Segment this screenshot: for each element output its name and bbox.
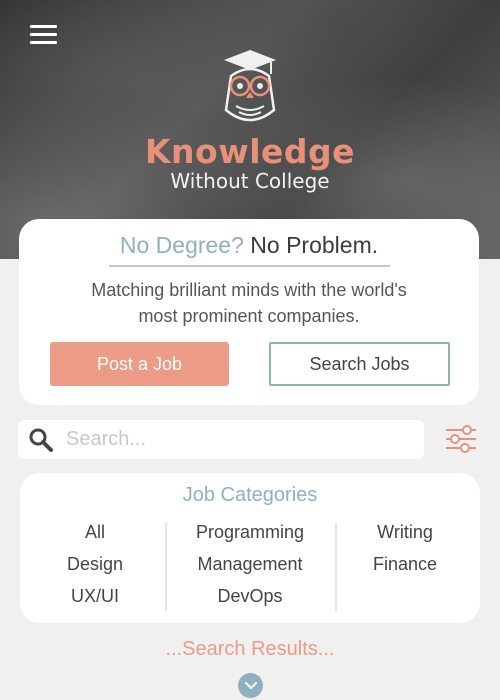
chevron-down-icon <box>244 681 257 689</box>
logo-wordmark-primary: Knowledge <box>144 132 356 171</box>
job-categories-card: Job Categories All Design UX/UI Programm… <box>20 473 480 623</box>
job-categories-title: Job Categories <box>182 484 318 506</box>
owl-logo-icon <box>224 50 276 122</box>
search-jobs-button[interactable]: Search Jobs <box>269 342 450 386</box>
category-finance[interactable]: Finance <box>345 553 465 585</box>
category-column-2: Programming Management DevOps <box>170 521 330 617</box>
hamburger-menu-icon[interactable] <box>30 25 58 45</box>
category-ux-ui[interactable]: UX/UI <box>40 585 150 617</box>
tagline-line-1: Matching brilliant minds with the world'… <box>91 280 407 300</box>
search-results-title: ...Search Results... <box>165 638 335 660</box>
tagline-line-2: most prominent companies. <box>138 306 360 326</box>
site-logo: Knowledge Without College <box>0 48 500 192</box>
category-all[interactable]: All <box>40 521 150 553</box>
tagline: Matching brilliant minds with the world'… <box>59 277 439 329</box>
hero-card: No Degree? No Problem. Matching brillian… <box>19 219 479 405</box>
headline-divider <box>109 265 390 267</box>
category-column-1: All Design UX/UI <box>40 521 150 617</box>
search-bar <box>18 420 424 459</box>
category-devops[interactable]: DevOps <box>170 585 330 617</box>
category-divider <box>165 523 167 611</box>
post-job-button[interactable]: Post a Job <box>50 342 229 386</box>
expand-results-button[interactable] <box>238 673 263 698</box>
logo-wordmark-secondary: Without College <box>170 169 330 193</box>
headline-question: No Degree? <box>119 232 244 258</box>
category-programming[interactable]: Programming <box>170 521 330 553</box>
search-input[interactable] <box>66 424 416 455</box>
category-design[interactable]: Design <box>40 553 150 585</box>
sliders-icon[interactable] <box>445 424 477 454</box>
headline-answer: No Problem. <box>250 232 379 258</box>
category-writing[interactable]: Writing <box>345 521 465 553</box>
category-management[interactable]: Management <box>170 553 330 585</box>
category-divider <box>335 523 337 611</box>
headline: No Degree? No Problem. <box>19 231 479 259</box>
category-column-3: Writing Finance <box>345 521 465 585</box>
magnifier-icon[interactable] <box>28 427 54 453</box>
